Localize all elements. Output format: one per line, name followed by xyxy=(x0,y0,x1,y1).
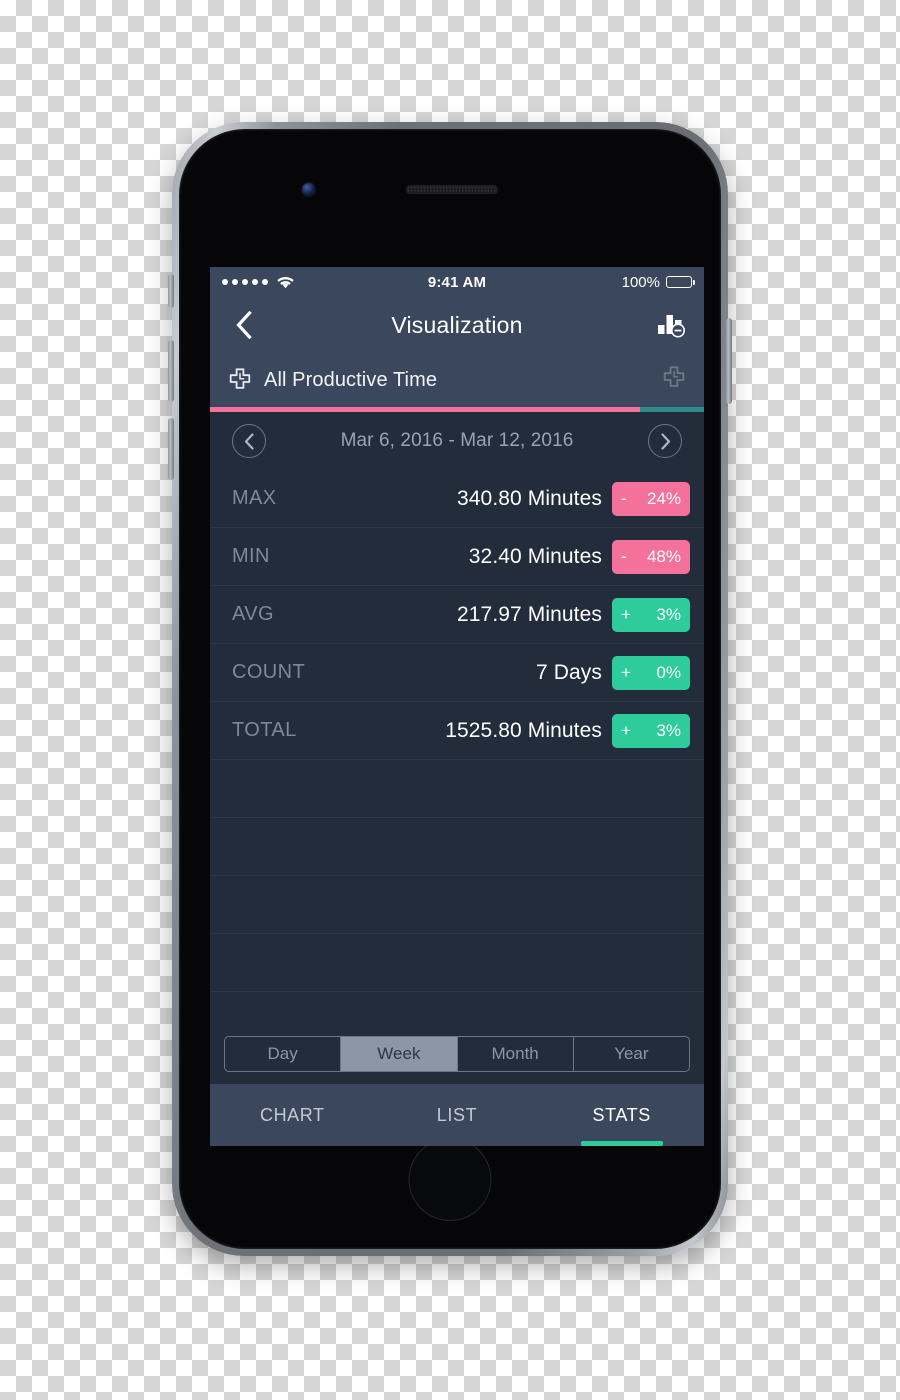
chevron-left-icon xyxy=(235,311,252,339)
cross-clock-icon xyxy=(663,365,685,387)
stat-value: 7 Days xyxy=(536,660,602,684)
period-segment-wrapper: Day Week Month Year xyxy=(210,1026,704,1084)
stat-value: 1525.80 Minutes xyxy=(445,718,602,742)
badge-sign: - xyxy=(621,488,627,508)
phone-device: 9:41 AM 100% Visualization All Productiv… xyxy=(168,122,732,1256)
power-button[interactable] xyxy=(726,318,732,404)
date-range-label: Mar 6, 2016 - Mar 12, 2016 xyxy=(340,430,574,451)
stat-key: COUNT xyxy=(232,661,306,683)
status-badge: -48% xyxy=(612,539,690,574)
tab-chart[interactable]: CHART xyxy=(210,1084,375,1146)
badge-percent: 3% xyxy=(656,720,681,740)
phone-bezel: 9:41 AM 100% Visualization All Productiv… xyxy=(179,129,721,1249)
date-navigator: Mar 6, 2016 - Mar 12, 2016 xyxy=(210,412,704,470)
table-row-empty xyxy=(210,760,704,818)
badge-percent: 48% xyxy=(646,546,681,566)
home-button[interactable] xyxy=(408,1138,492,1221)
bottom-tab-bar[interactable]: CHART LIST STATS xyxy=(210,1084,704,1146)
signal-strength-icon xyxy=(222,279,268,285)
battery-full-icon xyxy=(666,276,696,288)
stat-key: AVG xyxy=(232,603,274,625)
nav-bar: Visualization xyxy=(210,297,704,353)
table-row-empty xyxy=(210,934,704,992)
wifi-icon xyxy=(277,276,294,288)
table-row-empty xyxy=(210,818,704,876)
status-badge: +3% xyxy=(612,597,690,632)
stat-value: 217.97 Minutes xyxy=(457,602,602,626)
back-button[interactable] xyxy=(226,308,260,342)
chevron-left-icon xyxy=(244,432,254,450)
table-row[interactable]: TOTAL 1525.80 Minutes +3% xyxy=(210,702,704,760)
status-bar-left xyxy=(222,276,294,289)
segment-option-day[interactable]: Day xyxy=(225,1037,342,1071)
badge-percent: 3% xyxy=(656,604,681,624)
category-label: All Productive Time xyxy=(264,368,438,391)
tab-label: STATS xyxy=(592,1104,651,1125)
badge-sign: - xyxy=(621,546,627,566)
badge-percent: 24% xyxy=(646,488,681,508)
stat-value: 340.80 Minutes xyxy=(457,486,602,510)
badge-percent: 0% xyxy=(656,662,681,682)
silent-switch[interactable] xyxy=(168,274,174,308)
prev-period-button[interactable] xyxy=(232,424,266,458)
status-bar-right: 100% xyxy=(621,273,696,291)
status-bar: 9:41 AM 100% xyxy=(210,267,704,297)
category-add-button[interactable] xyxy=(662,365,686,395)
category-row[interactable]: All Productive Time xyxy=(210,353,704,407)
status-badge: -24% xyxy=(612,481,690,516)
tab-label: CHART xyxy=(259,1104,325,1125)
badge-sign: + xyxy=(621,662,631,682)
stat-key: TOTAL xyxy=(232,719,297,741)
table-row[interactable]: MIN 32.40 Minutes -48% xyxy=(210,528,704,586)
table-row-empty xyxy=(210,876,704,934)
earpiece-speaker-icon xyxy=(406,185,498,194)
stat-key: MIN xyxy=(232,545,270,567)
badge-sign: + xyxy=(621,604,631,624)
table-row[interactable]: COUNT 7 Days +0% xyxy=(210,644,704,702)
app-screen: 9:41 AM 100% Visualization All Productiv… xyxy=(210,267,704,1146)
tab-active-indicator xyxy=(580,1141,663,1146)
table-row[interactable]: MAX 340.80 Minutes -24% xyxy=(210,470,704,528)
battery-percent-label: 100% xyxy=(621,273,660,291)
tab-stats[interactable]: STATS xyxy=(539,1084,704,1146)
stat-key: MAX xyxy=(232,487,277,509)
next-period-button[interactable] xyxy=(648,424,682,458)
tab-list[interactable]: LIST xyxy=(375,1084,540,1146)
front-camera-icon xyxy=(302,183,315,196)
stats-list: MAX 340.80 Minutes -24% MIN 32.40 Minutes -48… xyxy=(210,470,704,1026)
status-badge: +3% xyxy=(612,713,690,748)
volume-up-button[interactable] xyxy=(168,340,174,402)
page-title: Visualization xyxy=(391,311,523,338)
bar-chart-minus-icon xyxy=(658,315,685,338)
status-badge: +0% xyxy=(612,655,690,690)
tab-label: LIST xyxy=(436,1104,478,1125)
segment-option-year[interactable]: Year xyxy=(574,1037,689,1071)
volume-down-button[interactable] xyxy=(168,418,174,480)
chevron-right-icon xyxy=(660,432,670,450)
period-segmented-control[interactable]: Day Week Month Year xyxy=(224,1036,690,1072)
segment-option-month[interactable]: Month xyxy=(458,1037,574,1071)
badge-sign: + xyxy=(621,720,631,740)
segment-option-week[interactable]: Week xyxy=(341,1037,458,1071)
cross-clock-icon xyxy=(229,368,251,389)
chart-toggle-button[interactable] xyxy=(654,308,688,342)
table-row[interactable]: AVG 217.97 Minutes +3% xyxy=(210,586,704,644)
stat-value: 32.40 Minutes xyxy=(468,544,602,568)
